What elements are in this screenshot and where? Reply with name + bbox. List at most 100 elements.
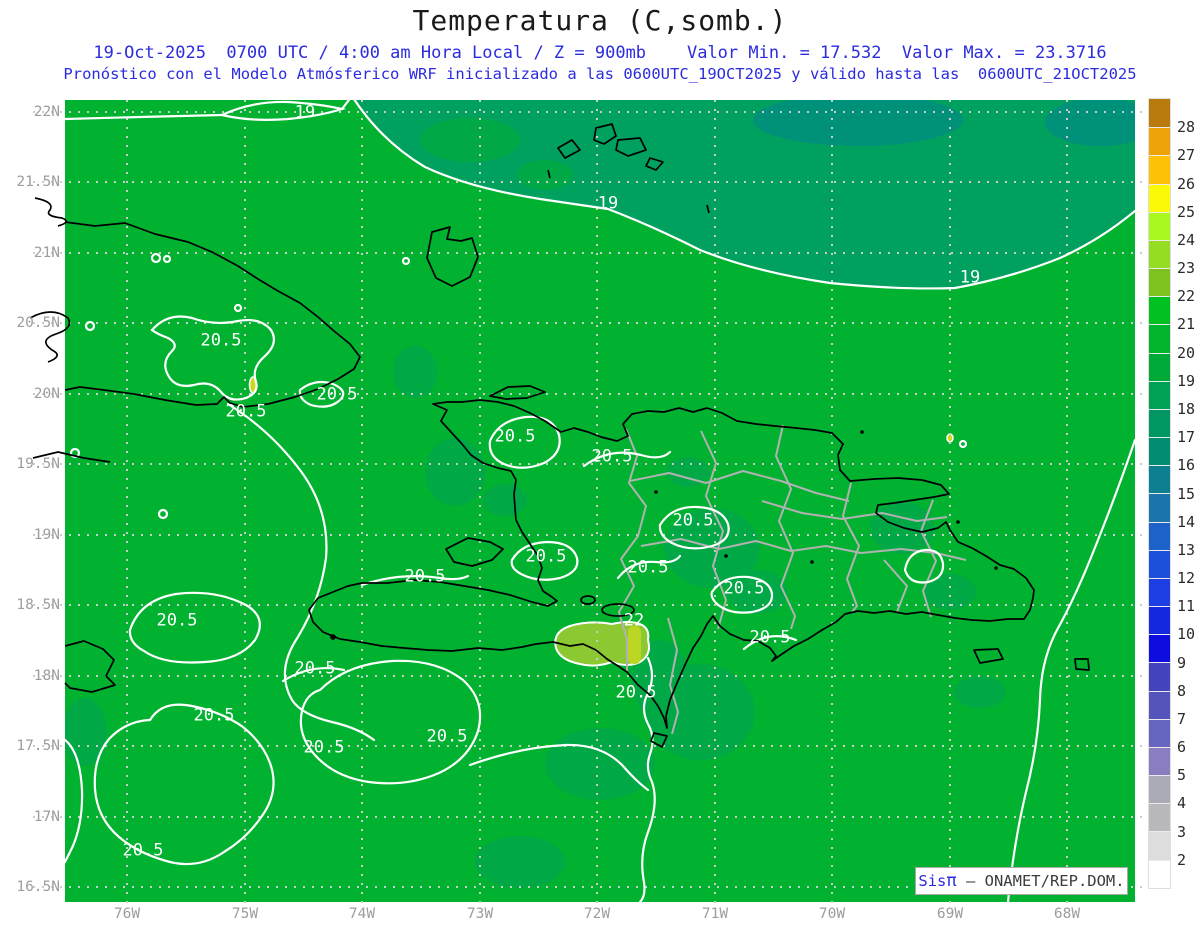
lon-label-74W: 74W (348, 906, 376, 922)
colorbar-label-3: 3 (1177, 822, 1187, 841)
colorbar-label-13: 13 (1177, 540, 1196, 559)
colorbar-swatch-15 (1149, 521, 1170, 550)
contour-label-20.5: 20.5 (225, 401, 267, 422)
credit-sis: Sis (918, 872, 947, 890)
lat-label-17.5N: 17.5N (16, 738, 60, 754)
contour-label-19: 19 (597, 193, 619, 214)
lat-label-16.5N: 16.5N (16, 879, 60, 895)
colorbar-label-20: 20 (1177, 343, 1196, 362)
contour-label-20.5: 20.5 (193, 705, 235, 726)
contour-label-20.5: 20.5 (303, 737, 345, 758)
colorbar (1148, 98, 1171, 889)
contour-label-20.5: 20.5 (591, 446, 633, 467)
colorbar-label-22: 22 (1177, 287, 1196, 306)
contour-label-20.5: 20.5 (494, 426, 536, 447)
colorbar-label-25: 25 (1177, 202, 1196, 221)
colorbar-swatch-7 (1149, 296, 1170, 325)
credit-onamet: – ONAMET/REP.DOM. (956, 872, 1125, 890)
colorbar-label-23: 23 (1177, 259, 1196, 278)
contour-label-20.5: 20.5 (404, 566, 446, 587)
credit-box: Sis π – ONAMET/REP.DOM. (915, 867, 1128, 895)
colorbar-label-8: 8 (1177, 681, 1187, 700)
header: Temperatura (C,somb.) 19-Oct-2025 0700 U… (0, 0, 1200, 83)
lon-label-71W: 71W (701, 906, 729, 922)
colorbar-label-7: 7 (1177, 709, 1187, 728)
lon-label-68W: 68W (1053, 906, 1081, 922)
contour-label-20.5: 20.5 (672, 510, 714, 531)
contour-label-20.5: 20.5 (615, 682, 657, 703)
lon-label-73W: 73W (466, 906, 494, 922)
colorbar-swatch-11 (1149, 408, 1170, 438)
colorbar-swatch-3 (1149, 183, 1170, 212)
colorbar-swatch-12 (1149, 437, 1170, 466)
contour-label-20.5: 20.5 (525, 546, 567, 567)
pi-symbol: π (946, 871, 957, 891)
colorbar-label-28: 28 (1177, 118, 1196, 137)
colorbar-swatch-10 (1149, 380, 1170, 409)
colorbar-label-14: 14 (1177, 512, 1196, 531)
contour-label-19: 19 (959, 267, 981, 288)
colorbar-swatch-18 (1149, 606, 1170, 635)
lon-label-76W: 76W (113, 906, 141, 922)
lat-label-21.5N: 21.5N (16, 174, 60, 190)
colorbar-swatch-8 (1149, 324, 1170, 353)
lat-label-21N: 21N (33, 245, 60, 261)
colorbar-label-26: 26 (1177, 174, 1196, 193)
colorbar-swatch-4 (1149, 211, 1170, 240)
colorbar-label-18: 18 (1177, 399, 1196, 418)
colorbar-label-27: 27 (1177, 146, 1196, 165)
colorbar-label-2: 2 (1177, 850, 1187, 869)
page-title: Temperatura (C,somb.) (412, 4, 788, 37)
colorbar-label-11: 11 (1177, 597, 1196, 616)
colorbar-label-16: 16 (1177, 456, 1196, 475)
colorbar-label-6: 6 (1177, 738, 1187, 757)
colorbar-label-19: 19 (1177, 371, 1196, 390)
colorbar-swatch-20 (1149, 662, 1170, 691)
colorbar-swatch-0 (1149, 99, 1170, 128)
colorbar-label-17: 17 (1177, 428, 1196, 447)
contour-label-22: 22 (623, 610, 645, 631)
colorbar-swatch-27 (1149, 859, 1170, 888)
colorbar-swatch-5 (1149, 239, 1170, 269)
colorbar-swatch-6 (1149, 268, 1170, 297)
colorbar-label-12: 12 (1177, 569, 1196, 588)
colorbar-swatch-13 (1149, 465, 1170, 494)
colorbar-swatch-26 (1149, 831, 1170, 860)
contour-label-20.5: 20.5 (316, 384, 358, 405)
colorbar-swatch-17 (1149, 577, 1170, 607)
contour-label-20.5: 20.5 (122, 840, 164, 861)
lat-label-20.5N: 20.5N (16, 315, 60, 331)
lon-label-70W: 70W (818, 906, 846, 922)
contour-label-20.5: 20.5 (426, 726, 468, 747)
colorbar-label-9: 9 (1177, 653, 1187, 672)
colorbar-swatch-22 (1149, 718, 1170, 747)
lat-label-19N: 19N (33, 527, 60, 543)
contour-label-20.5: 20.5 (723, 578, 765, 599)
weather-map-page: Temperatura (C,somb.) 19-Oct-2025 0700 U… (0, 0, 1200, 927)
contour-label-20.5: 20.5 (156, 610, 198, 631)
colorbar-swatch-21 (1149, 690, 1170, 719)
lon-label-75W: 75W (231, 906, 259, 922)
contour-label-20.5: 20.5 (749, 627, 791, 648)
colorbar-swatch-25 (1149, 803, 1170, 832)
colorbar-label-15: 15 (1177, 484, 1196, 503)
lat-label-22N: 22N (33, 104, 60, 120)
contour-label-20.5: 20.5 (200, 330, 242, 351)
colorbar-swatch-9 (1149, 352, 1170, 381)
lat-label-18.5N: 18.5N (16, 597, 60, 613)
coast-cuba-north-fragment (34, 197, 67, 227)
subtitle-model-info: Pronóstico con el Modelo Atmósferico WRF… (63, 65, 1137, 83)
temperature-shading (65, 100, 1135, 902)
colorbar-label-5: 5 (1177, 766, 1187, 785)
subtitle-datetime: 19-Oct-2025 0700 UTC / 4:00 am Hora Loca… (93, 43, 1107, 63)
island-navassa (330, 634, 336, 640)
colorbar-swatch-16 (1149, 549, 1170, 578)
lat-label-20N: 20N (33, 386, 60, 402)
lat-label-17N: 17N (33, 809, 60, 825)
colorbar-swatch-14 (1149, 493, 1170, 522)
lon-label-72W: 72W (583, 906, 611, 922)
contour-label-20.5: 20.5 (294, 658, 336, 679)
colorbar-swatch-2 (1149, 155, 1170, 184)
colorbar-swatch-19 (1149, 634, 1170, 663)
colorbar-label-24: 24 (1177, 230, 1196, 249)
